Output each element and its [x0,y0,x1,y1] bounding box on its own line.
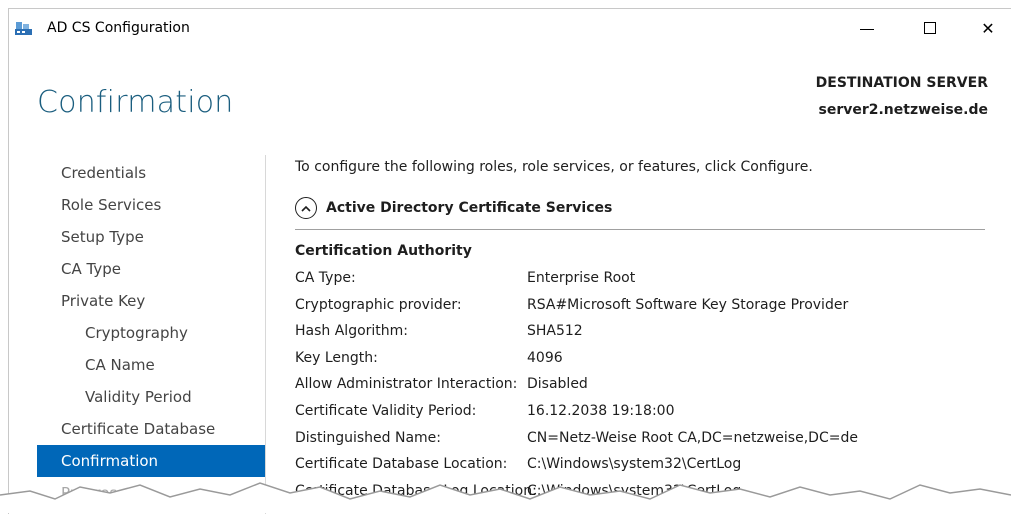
property-key: Hash Algorithm: [295,323,409,340]
section-divider [295,229,985,230]
page-title: Confirmation [37,85,234,120]
section-header: Active Directory Certificate Services [295,195,985,221]
nav-divider [265,155,266,514]
confirmation-content: To configure the following roles, role s… [295,159,985,504]
property-row: CA Type: Enterprise Root [295,265,985,292]
property-row: Cryptographic provider: RSA#Microsoft So… [295,292,985,319]
nav-item-credentials[interactable]: Credentials [37,157,265,189]
minimize-icon [860,29,874,30]
property-row: Key Length: 4096 [295,345,985,372]
property-key: Cryptographic provider: [295,296,462,313]
nav-item-certificate-database[interactable]: Certificate Database [37,413,265,445]
torn-edge [0,482,1011,513]
ad-cs-configuration-window: AD CS Configuration ✕ Confirmation DESTI… [8,8,1011,514]
maximize-icon [924,22,936,34]
property-value: 16.12.2038 19:18:00 [527,402,675,419]
property-row: Hash Algorithm: SHA512 [295,318,985,345]
nav-item-ca-type[interactable]: CA Type [37,253,265,285]
group-title: Certification Authority [295,243,472,259]
destination-server-name: server2.netzweise.de [818,102,988,118]
intro-text: To configure the following roles, role s… [295,159,813,175]
server-manager-icon [15,21,32,36]
close-icon: ✕ [981,19,995,38]
close-button[interactable]: ✕ [973,17,1003,41]
nav-item-private-key[interactable]: Private Key [37,285,265,317]
nav-item-ca-name[interactable]: CA Name [37,349,265,381]
destination-server-label: DESTINATION SERVER [815,75,988,91]
property-key: Distinguished Name: [295,429,442,446]
property-row: Certificate Validity Period: 16.12.2038 … [295,398,985,425]
nav-item-role-services[interactable]: Role Services [37,189,265,221]
chevron-up-circle-icon[interactable] [295,197,317,219]
property-key: Certificate Validity Period: [295,402,477,419]
property-row: Allow Administrator Interaction: Disable… [295,371,985,398]
property-value: Enterprise Root [527,270,636,286]
wizard-navigation: Credentials Role Services Setup Type CA … [37,157,265,509]
property-key: CA Type: [295,270,356,286]
property-value: Disabled [527,376,588,393]
property-key: Key Length: [295,349,378,366]
property-key: Allow Administrator Interaction: [295,376,518,393]
section-title: Active Directory Certificate Services [326,200,613,216]
property-value: RSA#Microsoft Software Key Storage Provi… [527,296,849,313]
property-value: CN=Netz-Weise Root CA,DC=netzweise,DC=de [527,429,858,446]
nav-item-validity-period[interactable]: Validity Period [37,381,265,413]
nav-item-cryptography[interactable]: Cryptography [37,317,265,349]
maximize-button[interactable] [915,17,945,41]
minimize-button[interactable] [852,17,882,41]
property-value: SHA512 [527,323,583,340]
property-row: Distinguished Name: CN=Netz-Weise Root C… [295,425,985,452]
window-title: AD CS Configuration [47,20,190,36]
nav-item-setup-type[interactable]: Setup Type [37,221,265,253]
title-bar[interactable]: AD CS Configuration ✕ [9,9,1011,49]
property-value: 4096 [527,349,563,366]
